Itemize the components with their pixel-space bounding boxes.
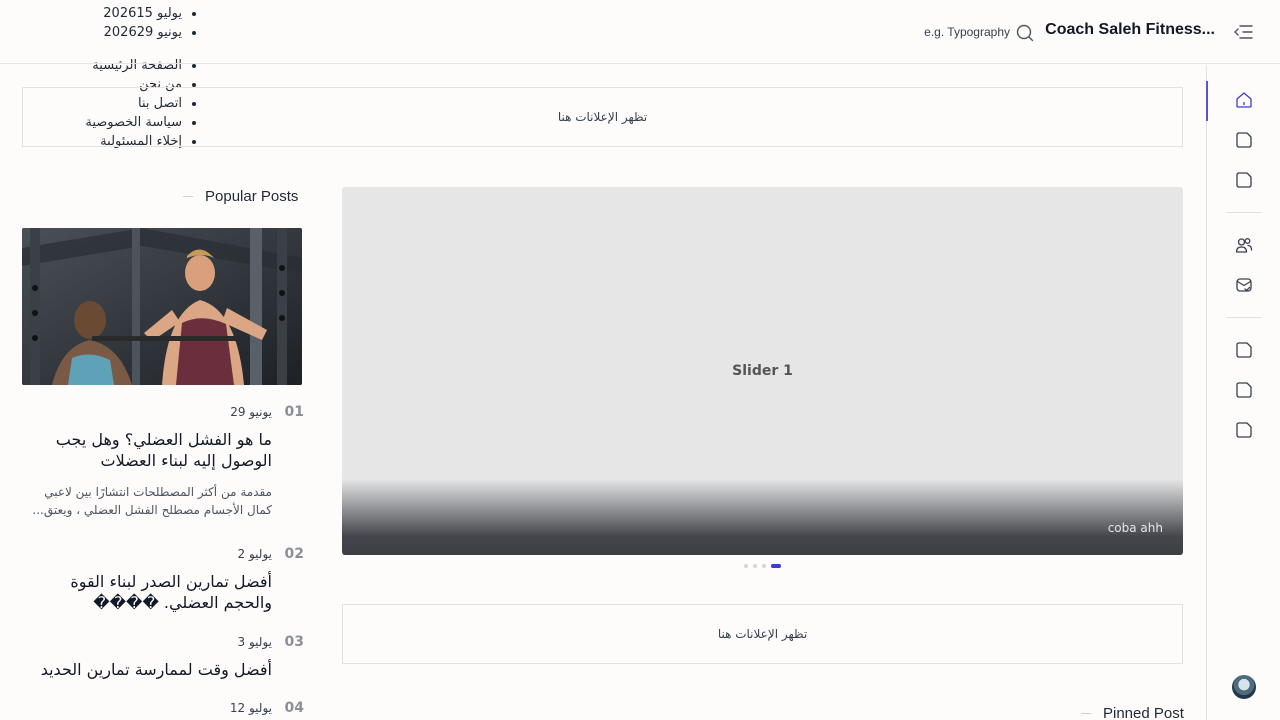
note-icon[interactable] bbox=[1234, 340, 1254, 360]
popular-post-item: 02 يوليو 2 أفضل تمارين الصدر لبناء القوة… bbox=[22, 546, 304, 616]
popular-post-image[interactable] bbox=[22, 228, 302, 385]
menu-collapse-icon[interactable] bbox=[1232, 22, 1254, 42]
slide-caption[interactable]: coba ahh bbox=[1108, 521, 1163, 535]
popular-post-item: 01 يونيو 29 ما هو الفشل العضلي؟ وهل يجب … bbox=[22, 404, 304, 526]
slide-caption-overlay bbox=[342, 479, 1183, 555]
slider-dot-active[interactable] bbox=[771, 564, 781, 568]
search-input[interactable] bbox=[870, 20, 1010, 44]
popular-posts-title: Popular Posts bbox=[205, 188, 299, 205]
active-indicator bbox=[1206, 81, 1208, 121]
site-title[interactable]: Coach Saleh Fitness... bbox=[1045, 21, 1215, 39]
post-rank: 02 bbox=[284, 546, 304, 562]
site-logo-avatar[interactable] bbox=[1232, 675, 1256, 699]
post-title-link[interactable]: ما هو الفشل العضلي؟ وهل يجب الوصول إليه … bbox=[22, 429, 272, 471]
ad-placeholder-text: تظهر الإعلانات هنا bbox=[717, 627, 808, 641]
note-icon[interactable] bbox=[1234, 380, 1254, 400]
pinned-post-title: Pinned Post bbox=[1103, 705, 1184, 720]
gym-photo-illustration bbox=[22, 228, 302, 385]
ad-placeholder-text: تظهر الإعلانات هنا bbox=[557, 110, 648, 124]
popular-post-item: 04 يوليو 12 bbox=[22, 700, 304, 720]
post-date: يوليو 12 bbox=[229, 701, 272, 715]
pinned-post-heading: Pinned Post bbox=[1081, 705, 1184, 720]
home-icon[interactable] bbox=[1234, 90, 1254, 110]
post-date: يونيو 29 bbox=[230, 405, 272, 419]
post-title-link[interactable]: أفضل وقت لممارسة تمارين الحديد bbox=[22, 659, 272, 680]
heading-dash bbox=[1081, 713, 1091, 714]
note-icon[interactable] bbox=[1234, 420, 1254, 440]
rail-divider bbox=[1227, 212, 1261, 213]
slider-dots bbox=[744, 564, 781, 568]
post-date: يوليو 3 bbox=[237, 635, 272, 649]
post-excerpt: مقدمة من أكثر المصطلحات انتشارًا بين لاع… bbox=[32, 485, 272, 517]
post-rank: 01 bbox=[284, 404, 304, 420]
ad-banner-top: تظهر الإعلانات هنا bbox=[22, 87, 1183, 147]
top-header: Coach Saleh Fitness... bbox=[0, 0, 1280, 64]
mail-check-icon[interactable] bbox=[1234, 275, 1254, 295]
post-rank: 03 bbox=[284, 634, 304, 650]
note-icon[interactable] bbox=[1234, 130, 1254, 150]
note-icon[interactable] bbox=[1234, 170, 1254, 190]
post-date: يوليو 2 bbox=[237, 547, 272, 561]
users-icon[interactable] bbox=[1234, 235, 1254, 255]
heading-dash bbox=[183, 196, 193, 197]
slider-dot[interactable] bbox=[762, 564, 766, 568]
search-icon[interactable] bbox=[1015, 23, 1035, 43]
slide-placeholder-label: Slider 1 bbox=[732, 363, 793, 379]
ad-banner-mid: تظهر الإعلانات هنا bbox=[342, 604, 1183, 664]
rail-divider bbox=[1227, 317, 1261, 318]
hero-slider[interactable]: Slider 1 coba ahh bbox=[342, 187, 1183, 555]
slider-dot[interactable] bbox=[744, 564, 748, 568]
post-title-link[interactable]: أفضل تمارين الصدر لبناء القوة والحجم الع… bbox=[22, 571, 272, 613]
slider-dot[interactable] bbox=[753, 564, 757, 568]
popular-post-item: 03 يوليو 3 أفضل وقت لممارسة تمارين الحدي… bbox=[22, 634, 304, 684]
post-rank: 04 bbox=[284, 700, 304, 716]
popular-posts-heading: Popular Posts bbox=[183, 188, 298, 205]
side-nav-rail bbox=[1206, 65, 1280, 720]
